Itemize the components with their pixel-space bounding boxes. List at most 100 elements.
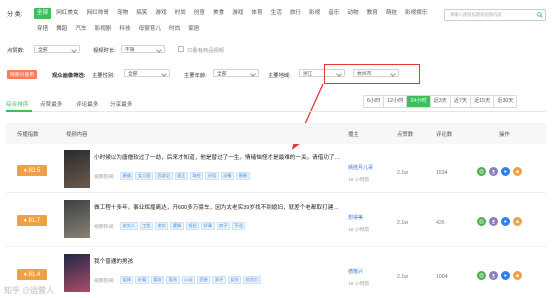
time-range-option[interactable]: 近3天 bbox=[431, 96, 451, 107]
category-row1-6[interactable]: 时尚 bbox=[172, 8, 189, 19]
hot-word-tag[interactable]: 抵抗 bbox=[185, 222, 200, 230]
play-button[interactable] bbox=[501, 167, 510, 176]
category-row1-9[interactable]: 游戏 bbox=[229, 8, 246, 19]
category-row1-13[interactable]: 影视 bbox=[306, 8, 323, 19]
search-box[interactable]: 请输入视频标题或视频内容 bbox=[444, 9, 546, 21]
star-button[interactable] bbox=[513, 167, 522, 176]
hot-word-tag[interactable]: 老实 bbox=[154, 222, 169, 230]
time-range-option[interactable]: 6小时 bbox=[364, 96, 385, 107]
category-row2-0[interactable]: 穿搭 bbox=[34, 24, 51, 35]
score-value: 83.5 bbox=[28, 167, 41, 174]
hot-word-tag[interactable]: 取经 bbox=[189, 172, 204, 180]
search-button[interactable] bbox=[534, 10, 545, 20]
category-label: 分 类: bbox=[7, 12, 23, 18]
time-range-option[interactable]: 近7天 bbox=[451, 96, 472, 107]
gender-select[interactable]: 全部 bbox=[124, 69, 170, 77]
blogger-name[interactable]: 想得美 bbox=[348, 214, 363, 221]
category-row1-8[interactable]: 美食 bbox=[210, 8, 227, 19]
hot-word-tag[interactable]: 不适 bbox=[231, 222, 246, 230]
hot-word-tag[interactable]: 喜欢 bbox=[150, 276, 165, 284]
play-button[interactable] bbox=[501, 271, 510, 280]
duration-select[interactable]: 不限 bbox=[121, 45, 165, 53]
likes-select[interactable]: 全部 bbox=[34, 45, 80, 53]
tab-most-shares[interactable]: 分享最多 bbox=[110, 100, 132, 108]
category-row1-15[interactable]: 动物 bbox=[344, 8, 361, 19]
hot-word-tag[interactable]: 唐僧 bbox=[120, 172, 134, 180]
category-row1-4[interactable]: 搞笑 bbox=[133, 8, 150, 19]
copy-button[interactable] bbox=[477, 167, 486, 176]
duration-filter-label: 视频时长: bbox=[93, 48, 116, 54]
category-row1-10[interactable]: 体育 bbox=[248, 8, 265, 19]
category-row1-1[interactable]: 网红美女 bbox=[53, 8, 81, 19]
hot-word-tag[interactable]: 男子 bbox=[212, 276, 226, 284]
hot-word-tag[interactable]: 国王 bbox=[174, 172, 188, 180]
search-input[interactable]: 请输入视频标题或视频内容 bbox=[450, 12, 534, 18]
hot-word-tag[interactable]: 优质力 bbox=[243, 276, 261, 284]
video-thumbnail[interactable] bbox=[64, 150, 90, 188]
play-button[interactable] bbox=[501, 217, 510, 226]
category-row1-14[interactable]: 音乐 bbox=[325, 8, 342, 19]
category-row1-3[interactable]: 宠物 bbox=[114, 8, 131, 19]
time-range-option[interactable]: 近15天 bbox=[471, 96, 495, 107]
category-row2-6[interactable]: 时尚 bbox=[166, 24, 183, 35]
age-select[interactable]: 全部 bbox=[213, 69, 259, 77]
video-title[interactable]: 我个普通的男孩 bbox=[94, 257, 133, 265]
category-row-1: 全部 网红美女 网红帅哥 宠物 搞笑 游戏 时尚 创意 美食 游戏 体育 生活 旅行 影视 音乐 动物 教育 萌娃… bbox=[34, 8, 432, 19]
category-row1-2[interactable]: 网红帅哥 bbox=[84, 8, 112, 19]
blogger-name[interactable]: 晴挂月儿哥 bbox=[348, 164, 373, 171]
category-row2-3[interactable]: 影视剧 bbox=[92, 24, 115, 35]
category-row2-5[interactable]: 母婴育儿 bbox=[136, 24, 164, 35]
hot-word-tag[interactable]: 孙悟 bbox=[205, 172, 219, 180]
hot-words-list: 老实人 工程 老实 豪情 抵抗 好事 房子 不适 bbox=[120, 222, 246, 230]
hot-word-tag[interactable]: 豪情 bbox=[170, 222, 184, 230]
copy-button[interactable] bbox=[477, 271, 486, 280]
hot-word-tag[interactable]: 老实人 bbox=[120, 222, 138, 230]
hot-word-tag[interactable]: 男孩 bbox=[166, 276, 180, 284]
star-button[interactable] bbox=[513, 217, 522, 226]
category-row1-5[interactable]: 游戏 bbox=[152, 8, 169, 19]
chevron-down-icon bbox=[161, 71, 167, 77]
time-range-option[interactable]: 近30天 bbox=[494, 96, 516, 107]
category-row2-2[interactable]: 汽车 bbox=[72, 24, 89, 35]
hot-word-tag[interactable]: 姐妹 bbox=[120, 276, 134, 284]
hot-word-tag[interactable]: 好看 bbox=[135, 276, 149, 284]
hot-word-tag[interactable]: 女孩 bbox=[227, 276, 242, 284]
tab-most-comments[interactable]: 评论最多 bbox=[76, 100, 98, 108]
category-row2-4[interactable]: 科技 bbox=[116, 24, 133, 35]
age-select-value: 全部 bbox=[217, 71, 227, 77]
time-range-option[interactable]: 12小时 bbox=[384, 96, 408, 107]
category-row2-1[interactable]: 舞蹈 bbox=[53, 24, 70, 35]
hot-word-tag[interactable]: 好事 bbox=[201, 222, 215, 230]
hot-word-tag[interactable]: 西装 bbox=[196, 276, 211, 284]
time-range-option[interactable]: 24小时 bbox=[407, 96, 431, 107]
hot-word-tag[interactable]: 工程 bbox=[139, 222, 153, 230]
fan-button[interactable] bbox=[489, 217, 498, 226]
hot-word-tag[interactable]: 西游记 bbox=[154, 172, 173, 180]
video-title[interactable]: 做工程十多年，事业辉煌离达，开600多万豪车，因为太老实39岁找不到媳妇，就差个… bbox=[94, 203, 339, 211]
category-row1-11[interactable]: 生活 bbox=[268, 8, 285, 19]
hot-word-tag[interactable]: 动植 bbox=[220, 172, 235, 180]
hot-word-tag[interactable]: 心动 bbox=[181, 276, 195, 284]
video-thumbnail[interactable] bbox=[64, 200, 90, 238]
category-row1-18[interactable]: 影视娱乐 bbox=[402, 8, 430, 19]
category-row1-7[interactable]: 创意 bbox=[191, 8, 208, 19]
category-row1-16[interactable]: 教育 bbox=[364, 8, 381, 19]
copy-button[interactable] bbox=[477, 217, 486, 226]
hot-word-tag[interactable]: 唐朝 bbox=[236, 172, 250, 180]
category-row1-12[interactable]: 旅行 bbox=[287, 8, 304, 19]
fan-button[interactable] bbox=[489, 271, 498, 280]
row-actions bbox=[477, 167, 522, 176]
video-title[interactable]: 小时候以为唐僧软过了一劫，后来才知道，他是替过了一生。情绪恼怪才是最难的一关。请… bbox=[94, 153, 340, 161]
fan-button[interactable] bbox=[489, 167, 498, 176]
blogger-name[interactable]: 德隆兴 bbox=[348, 268, 363, 275]
hot-word-tag[interactable]: 房子 bbox=[216, 222, 230, 230]
only-goods-checkbox[interactable] bbox=[178, 46, 184, 52]
category-row1-17[interactable]: 萌娃 bbox=[383, 8, 400, 19]
video-thumbnail[interactable] bbox=[64, 254, 90, 292]
category-row1-0[interactable]: 全部 bbox=[34, 8, 52, 19]
hot-word-tag[interactable]: 女儿国 bbox=[135, 172, 153, 180]
tab-overall[interactable]: 综合排序 bbox=[6, 100, 28, 108]
category-row2-7[interactable]: 家居 bbox=[185, 24, 202, 35]
tab-most-likes[interactable]: 点赞最多 bbox=[40, 100, 62, 108]
star-button[interactable] bbox=[513, 271, 522, 280]
